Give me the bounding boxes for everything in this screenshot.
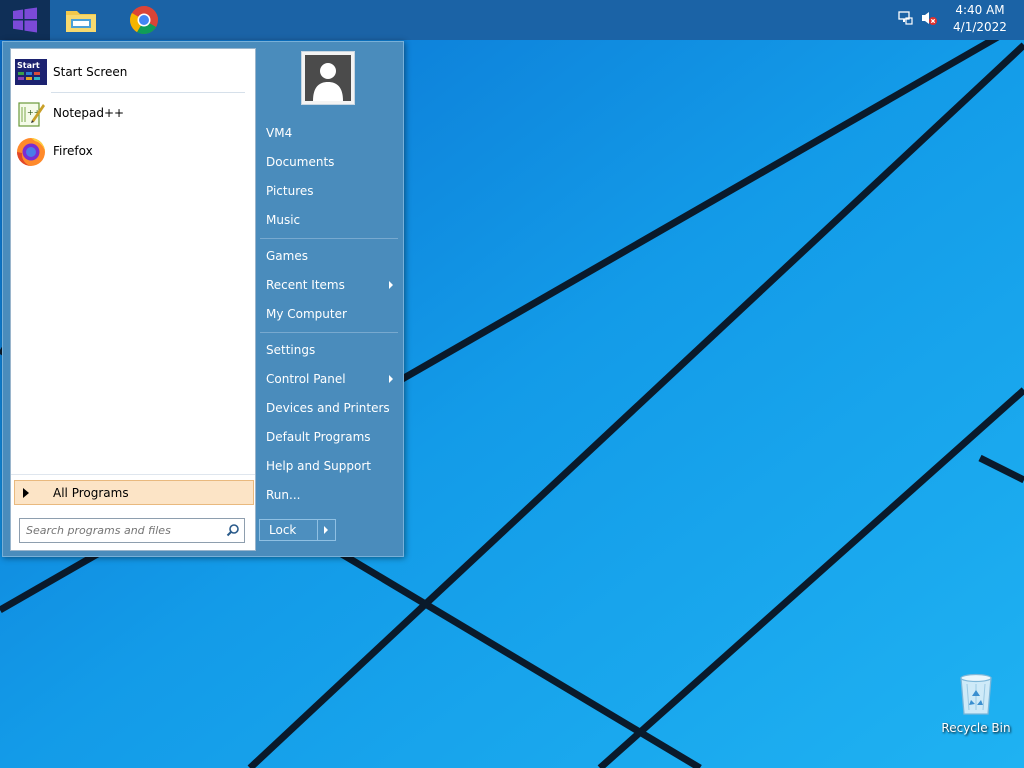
search-input[interactable]: [24, 520, 223, 541]
start-menu-left-pane: Start Start Screen ++ Notepad++ Firefox …: [10, 48, 256, 551]
run-item[interactable]: Run...: [260, 482, 398, 508]
notepad-plus-plus-icon: ++: [15, 97, 47, 129]
lock-button[interactable]: Lock: [259, 519, 336, 541]
chrome-icon: [130, 6, 158, 34]
submenu-arrow-icon: [389, 281, 393, 289]
pinned-label: Firefox: [53, 144, 93, 158]
lock-label: Lock: [269, 523, 297, 537]
firefox-icon: [15, 135, 47, 167]
search-box[interactable]: [19, 518, 245, 543]
network-icon[interactable]: [898, 10, 914, 29]
svg-text:Start: Start: [17, 61, 40, 70]
control-panel-item[interactable]: Control Panel: [260, 366, 398, 392]
user-avatar-icon: [305, 55, 351, 101]
submenu-arrow-icon: [389, 375, 393, 383]
lock-divider: [317, 520, 318, 540]
folder-icon: [66, 11, 96, 32]
user-folder-item[interactable]: VM4: [260, 120, 398, 146]
user-picture[interactable]: [301, 51, 355, 105]
documents-item[interactable]: Documents: [260, 149, 398, 175]
all-programs-button[interactable]: All Programs: [14, 480, 254, 505]
clock-date: 4/1/2022: [953, 20, 1007, 34]
settings-item[interactable]: Settings: [260, 337, 398, 363]
all-programs-label: All Programs: [53, 485, 129, 500]
clock-time: 4:40 AM: [955, 3, 1005, 17]
music-item[interactable]: Music: [260, 207, 398, 233]
file-explorer-taskbar-button[interactable]: [57, 0, 105, 40]
all-programs-separator: [11, 474, 255, 475]
control-panel-label: Control Panel: [266, 372, 346, 386]
recycle-bin[interactable]: Recycle Bin: [940, 670, 1012, 735]
pictures-item[interactable]: Pictures: [260, 178, 398, 204]
search-icon[interactable]: [226, 523, 240, 537]
taskbar: 4:40 AM 4/1/2022: [0, 0, 1024, 40]
games-item[interactable]: Games: [260, 243, 398, 269]
pinned-item-start-screen[interactable]: Start Start Screen: [15, 55, 251, 89]
volume-muted-icon[interactable]: [920, 10, 938, 29]
right-pane-separator: [260, 332, 398, 333]
recycle-bin-label: Recycle Bin: [941, 721, 1011, 735]
devices-printers-item[interactable]: Devices and Printers: [260, 395, 398, 421]
recent-items-label: Recent Items: [266, 278, 345, 292]
triangle-right-icon: [23, 487, 29, 498]
start-button[interactable]: [0, 0, 50, 40]
pinned-label: Notepad++: [53, 106, 125, 120]
start-menu: Start Start Screen ++ Notepad++ Firefox …: [2, 41, 404, 557]
start-screen-icon: Start: [15, 56, 47, 88]
pinned-item-notepad-plus-plus[interactable]: ++ Notepad++: [15, 96, 251, 130]
my-computer-item[interactable]: My Computer: [260, 301, 398, 327]
system-clock[interactable]: 4:40 AM 4/1/2022: [940, 2, 1020, 36]
pinned-item-firefox[interactable]: Firefox: [15, 134, 251, 168]
help-support-item[interactable]: Help and Support: [260, 453, 398, 479]
chrome-taskbar-button[interactable]: [120, 0, 168, 40]
windows-logo-icon: [13, 7, 37, 33]
default-programs-item[interactable]: Default Programs: [260, 424, 398, 450]
right-pane-separator: [260, 238, 398, 239]
power-options-arrow-icon[interactable]: [324, 526, 328, 534]
pinned-label: Start Screen: [53, 65, 128, 79]
recycle-bin-icon: [960, 673, 992, 715]
recent-items-item[interactable]: Recent Items: [260, 272, 398, 298]
pinned-separator: [51, 92, 245, 93]
